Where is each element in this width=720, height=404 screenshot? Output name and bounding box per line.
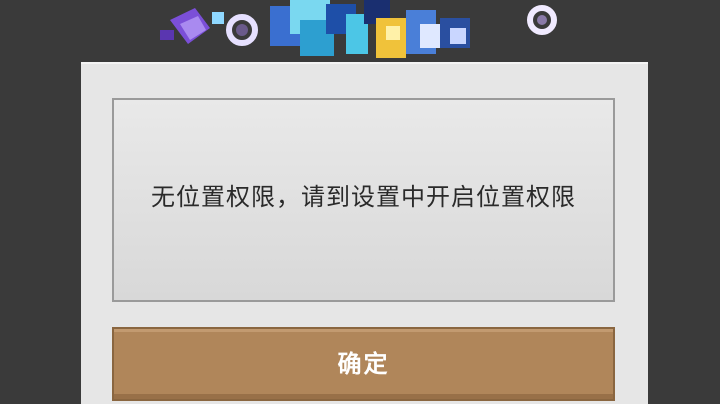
message-panel: 无位置权限，请到设置中开启位置权限 (112, 98, 615, 302)
permission-dialog: 无位置权限，请到设置中开启位置权限 确定 (81, 62, 648, 404)
confirm-button-label: 确定 (337, 349, 390, 378)
dialog-message: 无位置权限，请到设置中开启位置权限 (151, 183, 576, 211)
ring-icon (226, 14, 258, 46)
crystal-icon (160, 8, 224, 44)
block-cluster-art (270, 0, 470, 58)
game-banner-art (160, 0, 557, 58)
confirm-button[interactable]: 确定 (112, 327, 615, 401)
ring-icon (527, 5, 557, 35)
screen: 无位置权限，请到设置中开启位置权限 确定 (0, 0, 720, 404)
